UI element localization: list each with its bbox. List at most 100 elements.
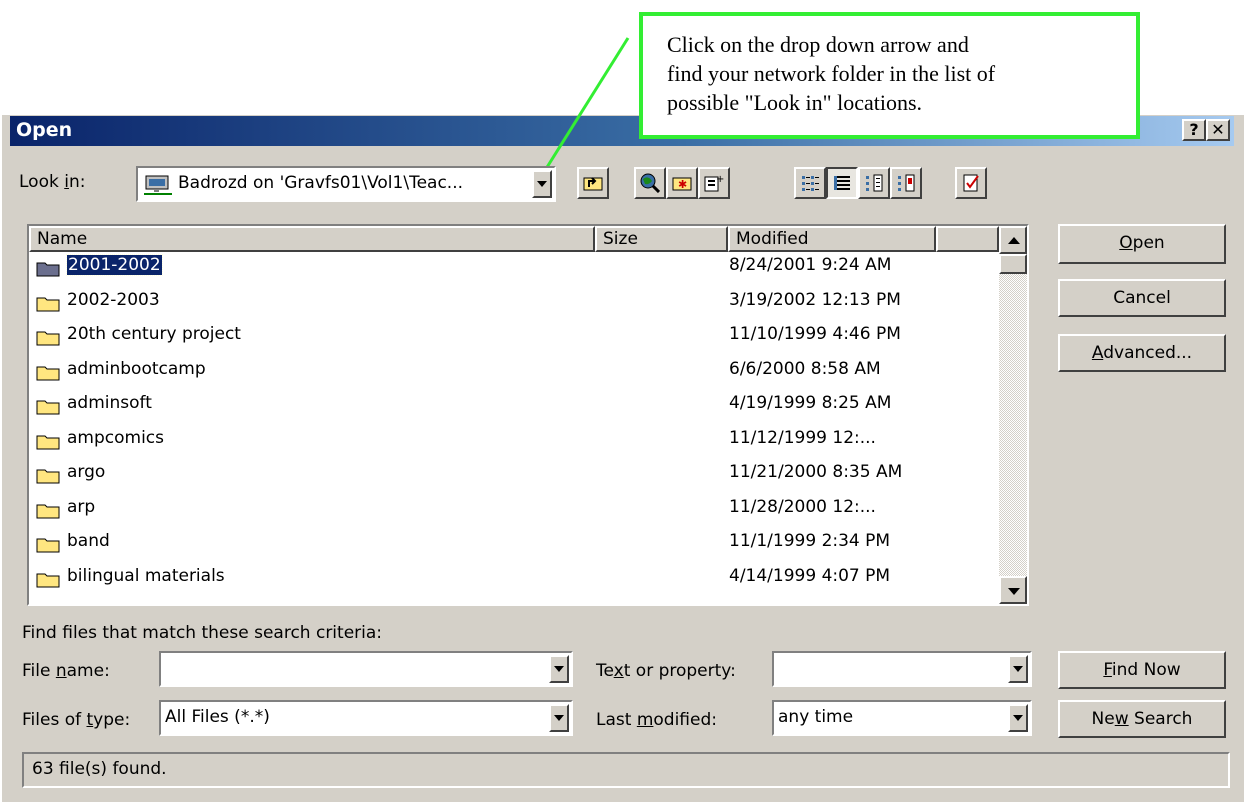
status-text: 63 file(s) found. [32,759,167,779]
list-view-icon [802,176,819,191]
callout-line-3: possible "Look in" locations. [667,90,923,115]
find-now-button[interactable]: Find Now [1058,651,1226,689]
preview-view-icon [898,174,915,192]
search-web-icon [640,173,660,193]
file-name: 2002-2003 [67,289,160,310]
last-modified-value: any time [778,707,854,727]
status-bar: 63 file(s) found. [22,752,1230,788]
file-name: adminsoft [67,393,152,413]
file-modified: 4/19/1999 8:25 AM [729,393,892,413]
scroll-thumb[interactable] [999,254,1027,274]
column-header-name[interactable]: Name [29,226,595,252]
file-modified: 3/19/2002 12:13 PM [729,289,901,310]
file-row[interactable]: arp 11/28/2000 12:... [33,494,993,525]
preview-view-button[interactable] [890,167,922,199]
new-search-button[interactable]: New Search [1058,700,1226,738]
file-modified: 11/12/1999 12:... [729,427,876,448]
files-of-type-dropdown-arrow[interactable] [549,704,569,732]
open-button[interactable]: Open [1058,224,1226,264]
svg-text:+: + [716,174,724,185]
add-to-favorites-button[interactable]: + [698,167,730,199]
file-name: 2001-2002 [66,254,163,276]
folder-icon [36,538,60,553]
folder-icon [36,573,60,587]
file-rows: 2001-2002 8/24/2001 9:24 AM 2002-2003 3/19/… [29,252,999,604]
file-name: arp [67,496,96,517]
callout-line-1: Click on the drop down arrow and [667,32,969,57]
text-or-property-combo[interactable] [772,651,1032,687]
file-row[interactable]: bilingual materials 4/14/1999 4:07 PM [33,563,993,594]
folder-icon [36,435,60,449]
file-name: band [67,531,110,551]
file-name: bilingual materials [67,565,225,586]
last-modified-label: Last modified: [596,710,717,730]
file-row[interactable]: 20th century project 11/10/1999 4:46 PM [33,321,993,352]
last-modified-dropdown-arrow[interactable] [1008,704,1028,732]
file-modified: 11/10/1999 4:46 PM [729,324,901,344]
file-modified: 11/21/2000 8:35 AM [729,462,903,482]
look-in-combo[interactable]: Badrozd on 'Gravfs01\Vol1\Teac... [136,166,556,202]
search-web-button[interactable] [634,167,666,199]
file-name-dropdown-arrow[interactable] [549,655,569,683]
svg-text:✱: ✱ [678,178,687,191]
file-name: 20th century project [67,324,241,344]
file-row[interactable]: adminsoft 4/19/1999 8:25 AM [33,390,993,421]
column-header-modified[interactable]: Modified [728,226,936,252]
file-row[interactable]: ampcomics 11/12/1999 12:... [33,425,993,456]
folder-icon [36,297,60,311]
scroll-down-arrow-icon [1008,588,1020,595]
files-of-type-label: Files of type: [22,710,131,730]
file-row[interactable]: adminbootcamp 6/6/2000 8:58 AM [33,356,993,387]
file-name-label: File name: [22,661,110,681]
properties-view-button[interactable] [858,167,890,199]
up-one-level-button[interactable] [577,167,609,199]
column-header-blank [936,226,999,252]
advanced-button[interactable]: Advanced... [1058,334,1226,372]
folder-icon [36,366,60,380]
file-name: adminbootcamp [67,358,206,379]
search-criteria-heading: Find files that match these search crite… [22,623,383,643]
add-to-favorites-icon: + [704,174,724,192]
file-row[interactable]: 2002-2003 3/19/2002 12:13 PM [33,287,993,318]
file-list[interactable]: Name Size Modified 2001-2002 8/24/2001 9:… [27,224,1029,606]
details-view-button[interactable] [826,167,858,199]
cancel-button[interactable]: Cancel [1058,279,1226,317]
commands-and-settings-button[interactable] [955,167,987,199]
file-name: argo [67,462,106,482]
look-in-label: Look in: [19,172,86,192]
scroll-down-button[interactable] [999,576,1027,604]
file-modified: 11/1/1999 2:34 PM [729,531,891,551]
properties-view-icon [866,174,883,192]
file-modified: 6/6/2000 8:58 AM [729,358,881,379]
file-row[interactable]: argo 11/21/2000 8:35 AM [33,459,993,490]
last-modified-combo[interactable]: any time [772,700,1032,736]
scroll-up-button[interactable] [999,226,1027,254]
file-name-combo[interactable] [159,651,573,687]
instruction-callout: Click on the drop down arrow and find yo… [639,12,1140,139]
files-of-type-combo[interactable]: All Files (*.*) [159,700,573,736]
scroll-up-arrow-icon [1008,237,1020,244]
folder-icon [36,504,60,518]
column-header-size[interactable]: Size [595,226,728,252]
file-modified: 4/14/1999 4:07 PM [729,565,891,586]
folder-icon [36,331,60,346]
create-new-folder-button[interactable]: ✱ [666,167,698,199]
folder-icon [36,262,60,277]
text-or-property-dropdown-arrow[interactable] [1008,655,1028,683]
look-in-dropdown-arrow[interactable] [532,170,552,198]
network-drive-icon [144,174,174,201]
text-or-property-label: Text or property: [596,661,736,681]
commands-and-settings-icon [963,174,979,192]
file-modified: 8/24/2001 9:24 AM [729,255,892,275]
list-view-button[interactable] [794,167,826,199]
details-view-icon [834,176,850,190]
file-row[interactable]: 2001-2002 8/24/2001 9:24 AM [33,252,993,283]
file-modified: 11/28/2000 12:... [729,496,876,517]
file-row[interactable]: band 11/1/1999 2:34 PM [33,528,993,559]
up-one-level-icon [583,177,603,191]
files-of-type-value: All Files (*.*) [165,707,270,727]
look-in-value: Badrozd on 'Gravfs01\Vol1\Teac... [178,173,464,193]
folder-icon [36,400,60,415]
vertical-scrollbar[interactable] [999,226,1027,604]
callout-line-2: find your network folder in the list of [667,61,996,86]
